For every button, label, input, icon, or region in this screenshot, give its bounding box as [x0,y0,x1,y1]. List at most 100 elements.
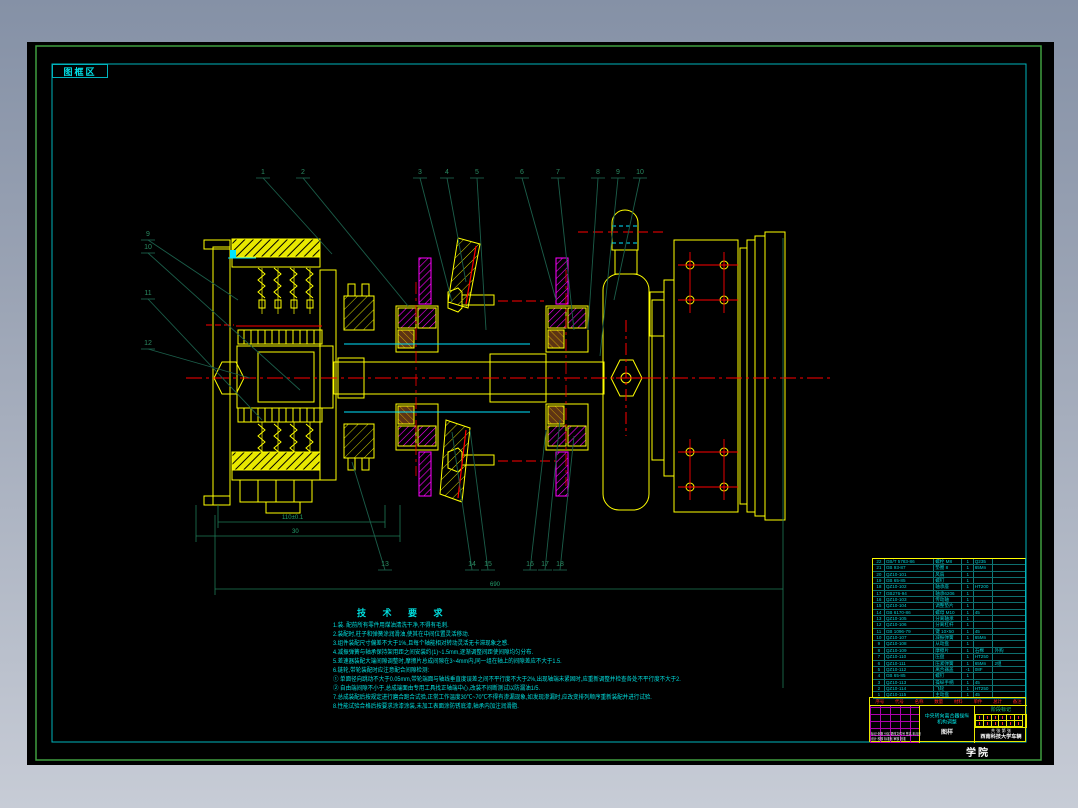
bom-cell [993,610,1025,615]
bom-cell: 45 [974,679,994,685]
bom-header-cell: 数量 [934,699,944,704]
bom-cell: GB 65-85 [885,673,935,679]
bom-cell [993,591,1025,596]
bom-cell: 传动轴 [934,597,962,603]
organization-name: 西南科技大学车辆 [980,734,1022,740]
bom-cell: QZ10-101 [885,571,935,578]
bom-cell [974,673,994,679]
balloon-number: 2 [301,169,305,176]
stage-mark-label: 阶段标记 [990,707,1011,713]
bom-cell: 减振弹簧 [934,635,962,641]
bom-cell [993,584,1025,589]
tech-requirement-line: 6.链轮,带轮装配时应注意配合间隙检测: [333,668,429,674]
bom-cell [993,667,1025,672]
bom-header-cell: 代号 [894,699,904,704]
tech-requirement-line: ② 自由端间隙不小于,总成端面由专用工具找正轴端中心,改装不间断测试以防漏油1/… [333,686,541,692]
bom-cell: 1 [962,673,974,679]
technical-requirements: 技 术 要 求 1.装. 配前所有零件用煤油清洗干净,不得有毛刺. 2.装配时,柱… [333,606,681,712]
bom-cell [993,616,1025,621]
clutch-assembly [203,238,375,514]
bom-cell [993,578,1025,583]
bom-cell: 5 [873,666,885,673]
bom-cell: 1 [962,590,974,597]
bom-cell: 08F [974,666,994,673]
dimension-text: 30 [292,529,299,535]
bom-cell: 11 [873,628,885,635]
bom-cell: 45 [974,609,994,616]
balloon-callout: 15 [469,429,495,571]
bom-cell: 风扇 [934,571,962,578]
tech-requirements-title: 技 术 要 求 [357,608,450,618]
bom-cell [993,635,1025,640]
bom-cell: 键 10×50 [934,628,962,635]
bom-header-cell: 单件 [973,699,983,704]
bom-cell: 1 [962,654,974,660]
title-block: 序号 代号 名称 数量 材料 单件 总计 备注 标记 处数 分区 更改文件号 签名 年月日 设… [869,697,1027,743]
bom-header-cell: 总计 [993,699,1003,704]
bom-cell: 1 [962,685,974,692]
bom-cell: 1 [962,616,974,622]
drawing-subtitle: 图样 [940,730,953,736]
balloon-number: 7 [556,169,560,176]
bom-cell: QZ10-109 [885,647,935,654]
sheet-info: 共 张 第 张 [990,728,1012,733]
balloon-callout: 12 [141,340,251,379]
bom-cell: 13 [873,616,885,622]
bom-cell [993,641,1025,646]
bom-cell: 12 [873,622,885,628]
bom-cell: 1 [962,565,974,571]
bom-cell: 1 [962,622,974,628]
bom-cell [993,629,1025,634]
bom-cell: GB 1096-79 [885,628,935,635]
bom-cell [974,590,994,597]
bom-cell: 1 [962,571,974,578]
title-block-right: 阶段标记 共 张 第 张 西南科技大学车辆 [975,706,1027,743]
stage-mark-grid [975,714,1027,728]
bom-cell: QZ10-107 [885,635,935,641]
bom-cell: HT250 [974,685,994,692]
drawing-title: 中央转向离合器操纵机构调整 [924,713,970,726]
bom-cell: QZ10-110 [885,654,935,660]
bom-cell: 8 [873,647,885,654]
signature-row: 设计 校核 标准化 审核 批准 [871,737,906,741]
bom-cell: 15 [873,603,885,609]
bom-cell [993,680,1025,685]
balloon-number: 17 [541,561,549,568]
bom-cell: GB 65-85 [885,578,935,584]
bom-cell [993,572,1025,577]
bom-cell [993,603,1025,608]
bom-cell: 1 [962,603,974,609]
tech-requirement-line: 2.装配时,柱子和弹簧涂润滑油,使其在中间位置灵活移动. [333,632,470,638]
bom-cell [974,616,994,622]
balloon-callout: 10 [613,169,647,301]
cad-viewport[interactable]: 110±0.1 30 690 1 2 3 4 5 6 7 8 9 10 9 10 11 12 13 14 15 1… [0,0,1078,808]
balloon-number: 3 [418,169,422,176]
bom-cell [974,597,994,603]
tech-requirement-line: 3.组件装配尺寸偏差不大于1%,且每个轴能相对转动灵活无卡滞现象之感. [333,641,509,647]
bom-cell: QZ10-114 [885,685,935,692]
bom-cell: 调整垫片 [934,603,962,609]
bom-cell [974,578,994,584]
bom-cell [974,571,994,578]
bom-cell: 轴承6206 [934,590,962,597]
bom-cell: 1 [962,597,974,603]
bom-cell: 3 [873,679,885,685]
bom-cell [993,654,1025,659]
bom-cell: 1 [962,660,974,666]
bom-cell: 1 [962,578,974,584]
bom-cell: 22 [873,559,885,565]
balloon-number: 9 [146,231,150,238]
organization-campus: 学院 [966,748,990,759]
bom-cell: 螺钉 [934,578,962,584]
bom-cell: QZ10-113 [885,679,935,685]
bom-cell: QZ10-108 [885,641,935,647]
bom-cell: QZ10-104 [885,603,935,609]
bom-cell: 14 [873,609,885,616]
bom-cell: 45 [974,628,994,635]
bom-cell [993,565,1025,570]
frame-corner-label: 图框区 [52,64,108,78]
balloon-callout: 16 [523,429,547,571]
bom-cell [974,641,994,647]
bom-cell: QZ10-106 [885,622,935,628]
balloon-number: 9 [616,169,620,176]
